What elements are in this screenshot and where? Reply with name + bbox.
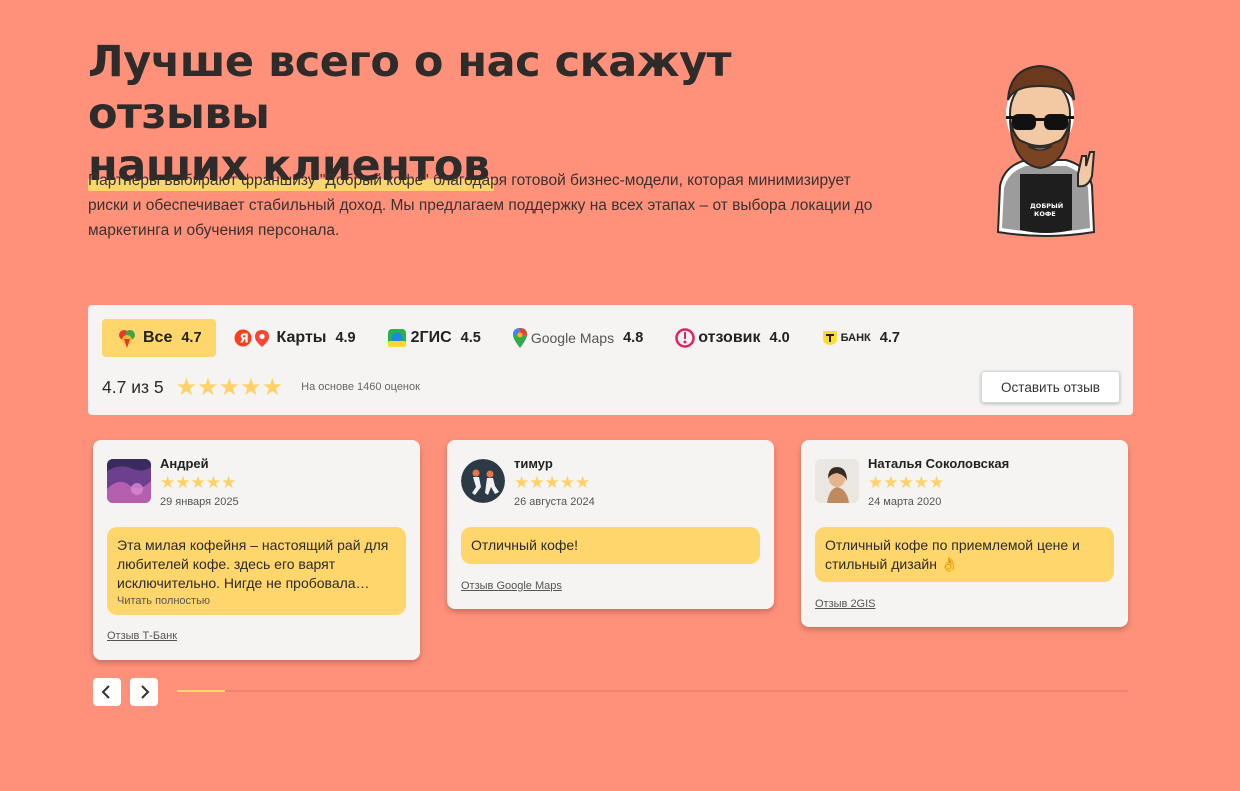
star-icon: ★ <box>929 473 945 492</box>
read-more-link[interactable]: Читать полностью <box>117 594 396 608</box>
yandex-maps-icon: Я <box>234 329 269 347</box>
star-icon: ★ <box>559 473 575 492</box>
tab-tbank[interactable]: БАНК 4.7 <box>808 319 914 357</box>
review-source-link[interactable]: Отзыв 2GIS <box>815 598 876 610</box>
review-text: Отличный кофе! <box>471 537 579 553</box>
2gis-icon <box>387 329 406 347</box>
review-text-bubble: Отличный кофе! <box>461 527 760 564</box>
tab-label: Google Maps <box>530 330 615 346</box>
star-icon: ★ <box>544 473 560 492</box>
woman-photo-avatar <box>815 459 859 503</box>
tab-rating: 4.0 <box>769 330 790 346</box>
reviewer-name: Наталья Соколовская <box>868 456 1010 471</box>
purple-landscape-avatar <box>107 459 151 503</box>
tab-2gis[interactable]: 2ГИС 4.5 <box>374 319 495 357</box>
star-icon: ★ <box>160 473 176 492</box>
carousel-next-button[interactable] <box>130 678 158 706</box>
otzovik-icon <box>675 328 696 348</box>
tab-all[interactable]: Все 4.7 <box>102 319 216 357</box>
review-card: тимур ★ ★ ★ ★ ★ 26 августа 2024 Отличный коф… <box>447 440 774 609</box>
tab-label: отзовик <box>698 329 761 346</box>
svg-text:Я: Я <box>239 332 248 346</box>
rating-basis: На основе 1460 оценок <box>301 381 420 393</box>
tab-rating: 4.8 <box>623 330 644 346</box>
review-text-bubble: Эта милая кофейня – настоящий рай для лю… <box>107 527 406 615</box>
star-icon: ★ <box>883 473 899 492</box>
martial-arts-avatar <box>461 459 505 503</box>
tab-label: Карты <box>276 329 327 346</box>
carousel-prev-button[interactable] <box>93 678 121 706</box>
tab-rating: 4.5 <box>460 330 481 346</box>
ratings-panel: Все 4.7 Я Карты 4.9 2ГИС 4.5 Google Maps… <box>88 305 1133 415</box>
svg-text:КОФЕ: КОФЕ <box>1034 210 1056 218</box>
chevron-left-icon <box>101 685 110 699</box>
review-stars: ★ ★ ★ ★ ★ <box>868 473 944 493</box>
review-card: Наталья Соколовская ★ ★ ★ ★ ★ 24 марта 2020 … <box>801 440 1128 627</box>
review-text: Эта милая кофейня – настоящий рай для лю… <box>117 537 389 591</box>
review-stars: ★ ★ ★ ★ ★ <box>160 473 236 493</box>
overall-stars: ★ ★ ★ ★ ★ <box>176 373 284 402</box>
review-date: 29 января 2025 <box>160 496 239 508</box>
tbank-icon <box>822 331 837 345</box>
page-title-line1: Лучше всего о нас скажут отзывы <box>88 37 732 139</box>
review-stars: ★ ★ ★ ★ ★ <box>514 473 590 493</box>
hero-description: Партнеры выбирают франшизу "Добрый кофе"… <box>88 172 873 239</box>
tab-rating: 4.7 <box>181 330 202 346</box>
rating-summary: 4.7 из 5 ★ ★ ★ ★ ★ На основе 1460 оценок <box>102 373 420 401</box>
all-sources-icon <box>119 330 135 348</box>
star-icon: ★ <box>529 473 545 492</box>
chevron-right-icon <box>141 685 150 699</box>
reviewer-name: Андрей <box>160 456 209 471</box>
mascot-apron-text: ДОБРЫЙ <box>1030 201 1063 210</box>
leave-review-button[interactable]: Оставить отзыв <box>981 371 1120 403</box>
review-text: Отличный кофе по приемлемой цене и стиль… <box>825 537 1080 572</box>
star-icon: ★ <box>218 373 241 401</box>
star-icon: ★ <box>221 473 237 492</box>
carousel-progress-fill <box>177 690 225 692</box>
google-maps-icon <box>512 328 527 348</box>
review-source-link[interactable]: Отзыв Т-Банк <box>107 630 177 642</box>
carousel-progress-track[interactable] <box>177 690 1128 692</box>
review-text-bubble: Отличный кофе по приемлемой цене и стиль… <box>815 527 1114 582</box>
review-date: 26 августа 2024 <box>514 496 595 508</box>
star-icon: ★ <box>175 373 198 401</box>
review-card: Андрей ★ ★ ★ ★ ★ 29 января 2025 Эта милая ко… <box>93 440 420 660</box>
star-icon: ★ <box>197 373 219 401</box>
star-icon: ★ <box>240 373 262 401</box>
tab-otzovik[interactable]: отзовик 4.0 <box>661 319 803 357</box>
star-icon: ★ <box>514 473 530 492</box>
star-icon: ★ <box>898 473 914 492</box>
review-date: 24 марта 2020 <box>868 496 942 508</box>
star-icon: ★ <box>868 473 884 492</box>
star-icon: ★ <box>190 473 206 492</box>
review-source-link[interactable]: Отзыв Google Maps <box>461 580 562 592</box>
star-icon: ★ <box>913 473 929 492</box>
tab-rating: 4.9 <box>335 330 356 346</box>
star-icon: ★ <box>575 473 591 492</box>
star-icon: ★ <box>261 373 284 401</box>
tab-google-maps[interactable]: Google Maps 4.8 <box>499 319 657 357</box>
barista-mascot-icon: ДОБРЫЙ КОФЕ <box>996 64 1096 237</box>
tab-label: БАНК <box>840 332 871 344</box>
tab-rating: 4.7 <box>879 330 900 346</box>
reviewer-name: тимур <box>514 456 553 471</box>
tab-yandex-maps[interactable]: Я Карты 4.9 <box>220 319 370 357</box>
tab-label: Все <box>143 329 173 346</box>
overall-score: 4.7 из 5 <box>102 376 164 397</box>
tab-label: 2ГИС <box>410 329 452 346</box>
star-icon: ★ <box>205 473 221 492</box>
source-tabs: Все 4.7 Я Карты 4.9 2ГИС 4.5 Google Maps… <box>102 319 918 357</box>
star-icon: ★ <box>175 473 191 492</box>
